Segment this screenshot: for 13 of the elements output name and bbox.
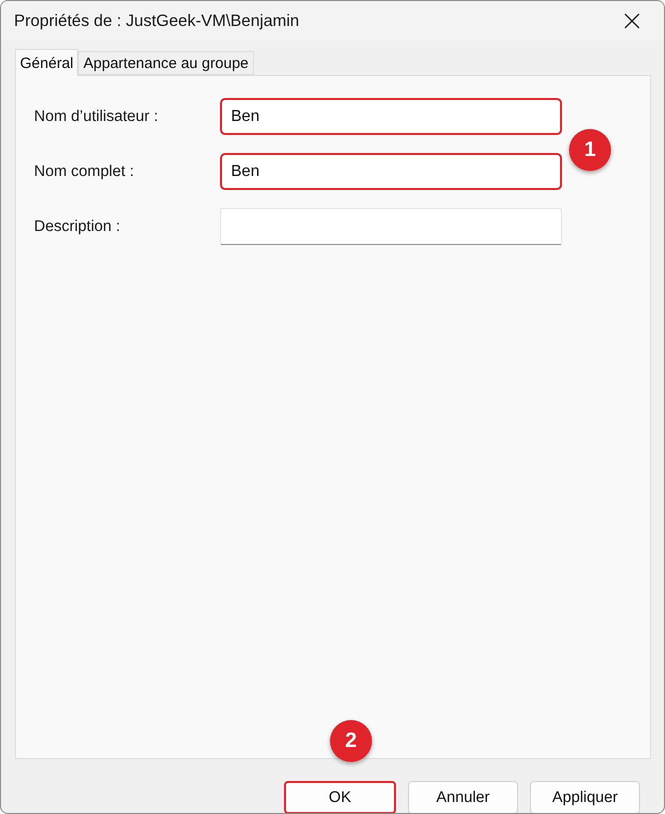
input-field[interactable]: Ben — [220, 98, 562, 135]
close-icon — [624, 13, 640, 29]
field-label: Description : — [34, 218, 122, 236]
tab[interactable]: Appartenance au groupe — [78, 51, 254, 75]
dialog-button[interactable]: Appliquer — [530, 781, 640, 813]
field-label: Nom d’utilisateur : — [34, 108, 160, 126]
dialog-button[interactable]: Annuler — [408, 781, 518, 813]
input-field[interactable]: Ben — [220, 153, 562, 190]
window-title: Propriétés de : JustGeek-VM\Benjamin — [14, 12, 300, 30]
dialog-button[interactable]: OK — [284, 781, 396, 813]
tab[interactable]: Général — [15, 49, 78, 76]
input-field[interactable] — [220, 208, 562, 245]
field-label: Nom complet : — [34, 162, 135, 180]
